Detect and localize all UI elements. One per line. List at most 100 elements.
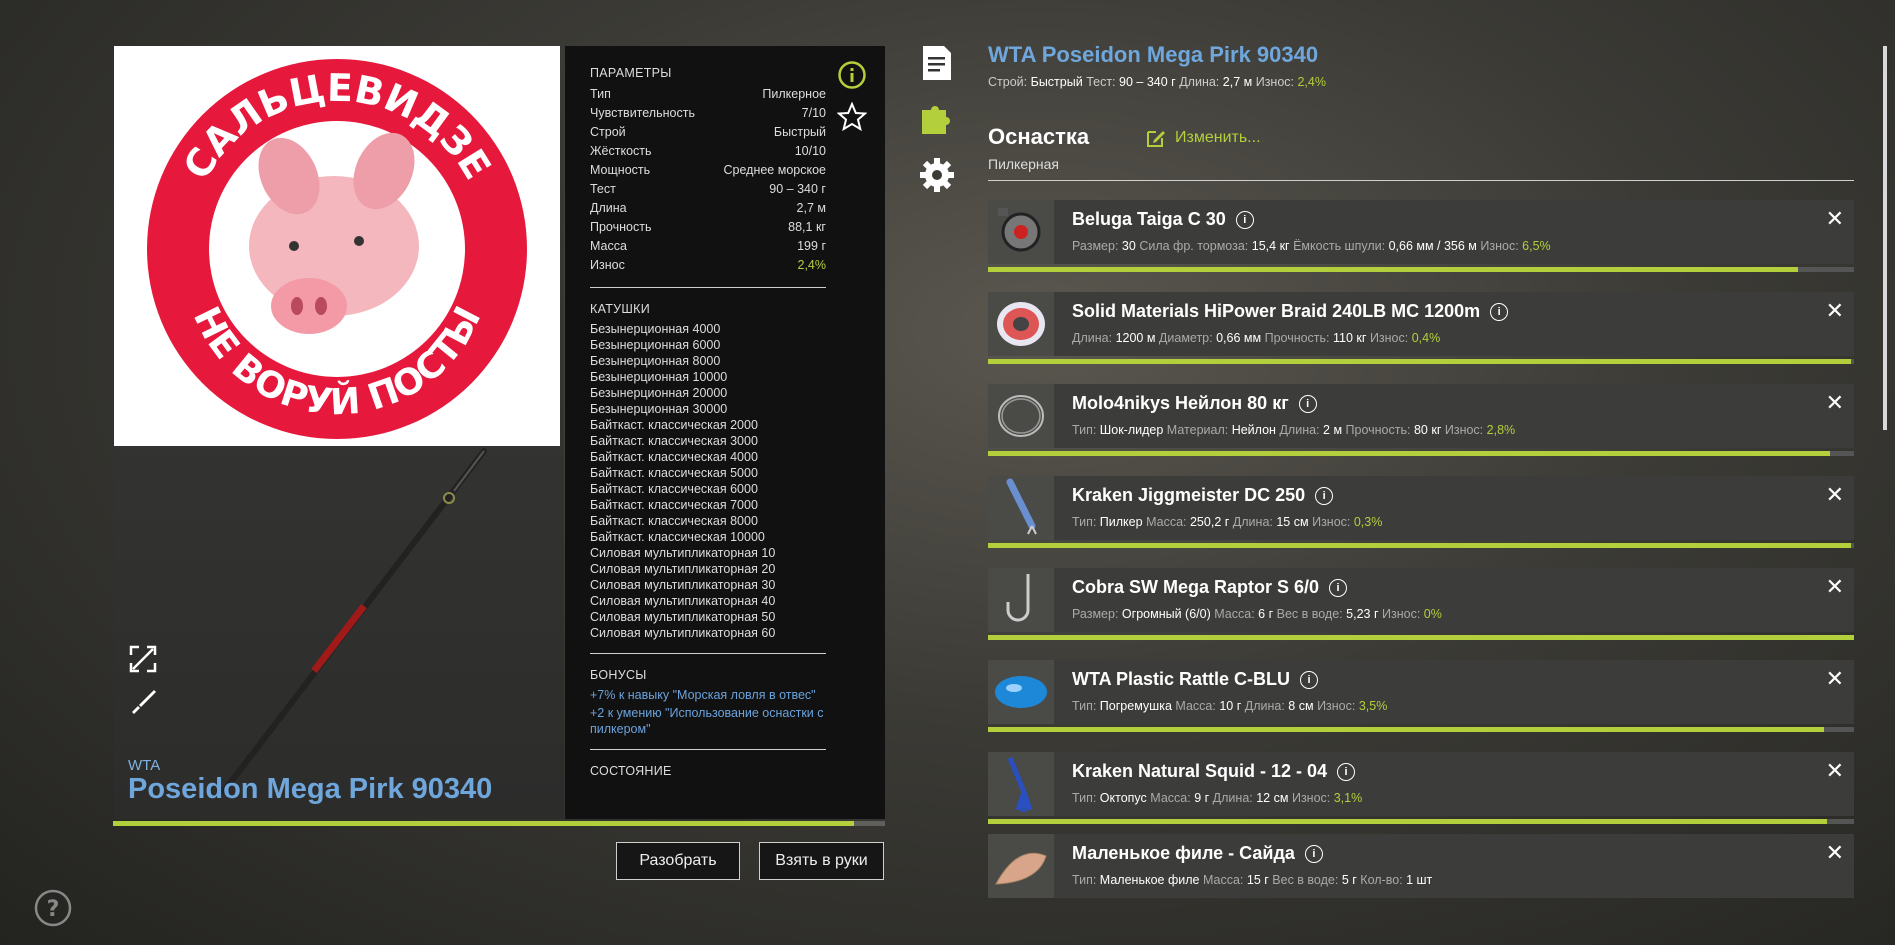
info-icon[interactable]: i: [1304, 844, 1323, 863]
prop-label: Длина:: [1072, 331, 1113, 345]
rod-image: [221, 448, 487, 794]
param-label: Прочность: [590, 220, 652, 234]
info-icon[interactable]: i: [1337, 762, 1356, 781]
close-icon[interactable]: ✕: [1826, 298, 1844, 324]
prop-value: 9 г: [1194, 791, 1210, 805]
close-icon[interactable]: ✕: [1826, 390, 1844, 416]
sticker-image: САЛЬЦЕВИДЗЕ НЕ ВОРУЙ ПОСТЫ: [114, 46, 560, 446]
disassemble-button[interactable]: Разобрать: [616, 842, 740, 880]
info-icon[interactable]: i: [1300, 670, 1319, 689]
squid-icon: [988, 752, 1054, 816]
prop-value: Погремушка: [1099, 699, 1172, 713]
close-icon[interactable]: ✕: [1826, 666, 1844, 692]
prop-label: Масса:: [1202, 873, 1244, 887]
prop-label: Вес в воде:: [1272, 873, 1339, 887]
prop-value: 6 г: [1258, 607, 1274, 621]
summary-value: 90 – 340 г: [1119, 75, 1176, 89]
prop-label: Износ:: [1480, 239, 1519, 253]
tackle-item-props: Тип: Пилкер Масса: 250,2 г Длина: 15 см …: [1072, 515, 1382, 529]
params-title: ПАРАМЕТРЫ: [590, 66, 672, 80]
prop-label: Износ:: [1312, 515, 1351, 529]
param-row: Масса 199 г: [590, 237, 826, 256]
prop-value: 5 г: [1341, 873, 1357, 887]
prop-label: Вес в воде:: [1276, 607, 1343, 621]
prop-value: 0,4%: [1411, 331, 1441, 345]
tackle-item[interactable]: Cobra SW Mega Raptor S 6/0 i Размер: Огром…: [988, 568, 1854, 632]
tackle-item-name: Cobra SW Mega Raptor S 6/0: [1072, 577, 1320, 597]
param-row: Мощность Среднее морское: [590, 161, 826, 180]
close-icon[interactable]: ✕: [1826, 758, 1844, 784]
summary-value: 2,7 м: [1222, 75, 1253, 89]
prop-label: Размер:: [1072, 239, 1119, 253]
info-icon[interactable]: i: [1235, 210, 1254, 229]
wear-bar-fill: [988, 543, 1852, 548]
prop-label: Тип:: [1072, 791, 1097, 805]
tackle-item[interactable]: WTA Plastic Rattle C-BLU i Тип: Погремушка…: [988, 660, 1854, 724]
reel-item: Байткаст. классическая 6000: [590, 482, 758, 496]
prop-value: Огромный (6/0): [1121, 607, 1211, 621]
prop-label: Износ:: [1291, 791, 1331, 805]
wear-bar-fill: [988, 635, 1854, 640]
wear-bar: [988, 359, 1854, 364]
param-label: Масса: [590, 239, 627, 253]
reel-item: Байткаст. классическая 10000: [590, 530, 765, 544]
wear-bar-fill: [988, 267, 1798, 272]
prop-label: Диаметр:: [1158, 331, 1213, 345]
paint-brush-icon[interactable]: [128, 686, 158, 716]
tackle-title: Оснастка: [988, 124, 1090, 149]
prop-value: 80 кг: [1413, 423, 1442, 437]
document-icon[interactable]: [918, 44, 956, 82]
info-icon[interactable]: i: [1329, 578, 1348, 597]
param-label: Жёсткость: [590, 144, 652, 158]
prop-label: Прочность:: [1264, 331, 1330, 345]
rod-preview: САЛЬЦЕВИДЗЕ НЕ ВОРУЙ ПОСТЫ WTA Poseidon …: [114, 46, 564, 819]
summary-value: 2,4%: [1297, 75, 1326, 89]
bonus-item: +2 к умению "Использование оснастки с пи…: [590, 706, 824, 736]
expand-icon[interactable]: [128, 644, 158, 674]
prop-label: Прочность:: [1345, 423, 1411, 437]
tackle-item[interactable]: Molo4nikys Нейлон 80 кг i Тип: Шок-лидер М…: [988, 384, 1854, 448]
param-value: Среднее морское: [723, 163, 827, 177]
close-icon[interactable]: ✕: [1826, 574, 1844, 600]
info-icon[interactable]: i: [1490, 302, 1509, 321]
tackle-item[interactable]: Beluga Taiga C 30 i Размер: 30 Сила фр. то…: [988, 200, 1854, 264]
summary-label: Износ:: [1255, 75, 1294, 89]
leader-coil-icon: [988, 384, 1054, 448]
take-in-hands-button[interactable]: Взять в руки: [759, 842, 884, 880]
prop-label: Масса:: [1175, 699, 1216, 713]
info-icon[interactable]: [837, 60, 867, 90]
info-icon[interactable]: i: [1298, 394, 1317, 413]
wear-bar-fill: [988, 451, 1830, 456]
tackle-item[interactable]: Kraken Jiggmeister DC 250 i Тип: Пилкер Ма…: [988, 476, 1854, 540]
param-label: Строй: [590, 125, 626, 139]
param-value: 90 – 340 г: [769, 182, 826, 196]
hook-icon: [988, 568, 1054, 632]
tackle-item[interactable]: Маленькое филе - Сайда i Тип: Маленькое фи…: [988, 834, 1854, 898]
reel-item: Силовая мультипликаторная 30: [590, 578, 776, 592]
reel-item: Силовая мультипликаторная 40: [590, 594, 776, 608]
tackle-item[interactable]: Solid Materials HiPower Braid 240LB MC 1…: [988, 292, 1854, 356]
param-row: Износ 2,4%: [590, 256, 826, 275]
prop-label: Тип:: [1072, 873, 1097, 887]
close-icon[interactable]: ✕: [1826, 482, 1844, 508]
reel-item: Безынерционная 20000: [590, 386, 728, 400]
info-icon[interactable]: i: [1315, 486, 1334, 505]
scrollbar[interactable]: [1883, 46, 1887, 430]
edit-tackle-button[interactable]: Изменить...: [1145, 127, 1261, 149]
reel-item: Безынерционная 8000: [590, 354, 721, 368]
help-icon[interactable]: ?: [34, 889, 72, 927]
wear-bar-fill: [988, 727, 1824, 732]
param-value: 2,7 м: [796, 201, 826, 215]
gear-icon[interactable]: [918, 156, 956, 194]
reel-item: Силовая мультипликаторная 60: [590, 626, 776, 640]
puzzle-icon[interactable]: [918, 100, 956, 138]
tackle-item-props: Размер: 30 Сила фр. тормоза: 15,4 кг Ёмк…: [1072, 239, 1551, 253]
star-icon[interactable]: [836, 101, 868, 132]
prop-label: Длина:: [1232, 515, 1273, 529]
prop-value: 6,5%: [1522, 239, 1551, 253]
param-label: Мощность: [590, 163, 651, 177]
tackle-item[interactable]: Kraken Natural Squid - 12 - 04 i Тип: Окто…: [988, 752, 1854, 816]
param-label: Тип: [590, 87, 611, 101]
close-icon[interactable]: ✕: [1826, 840, 1844, 866]
close-icon[interactable]: ✕: [1826, 206, 1844, 232]
